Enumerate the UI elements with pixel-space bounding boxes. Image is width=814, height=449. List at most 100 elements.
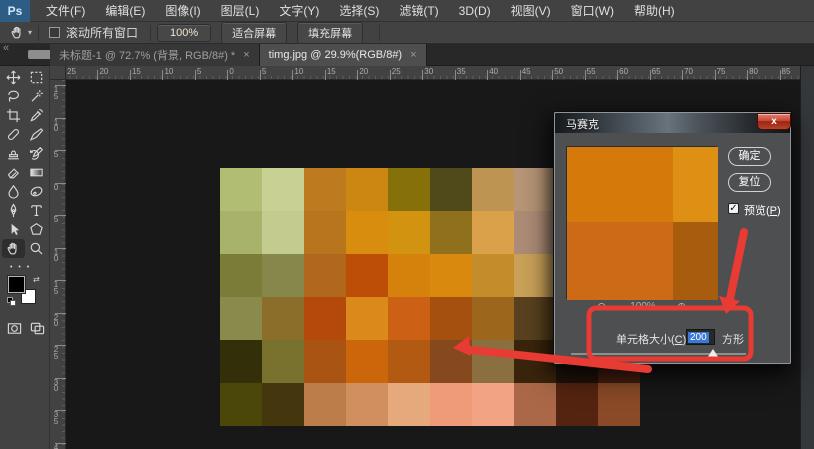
brush-tool[interactable] [25,125,48,144]
magic-wand-tool[interactable] [25,87,48,106]
dialog-title-bar[interactable]: 马赛克 x [555,113,791,133]
hand-tool[interactable] [2,239,25,258]
quick-mask-icon[interactable] [7,321,22,336]
default-colors-icon[interactable] [7,297,16,306]
mosaic-cell [304,211,346,254]
collapse-panels-icon[interactable]: « [3,42,9,54]
mosaic-cell [220,254,262,297]
ruler-label: 20 [99,67,109,76]
ruler-label: 1 5 [53,280,59,296]
mosaic-cell [262,340,304,383]
ruler-label: 1 5 [53,85,59,101]
healing-brush-tool[interactable] [2,125,25,144]
menu-item-10[interactable]: 帮助(H) [624,0,685,22]
fill-screen-button[interactable]: 填充屏幕 [297,21,364,44]
fit-screen-button[interactable]: 适合屏幕 [221,21,288,44]
mosaic-cell [346,340,388,383]
slider-thumb[interactable] [707,349,719,358]
close-button[interactable]: x [757,113,791,130]
ruler-label: 35 [456,67,466,76]
chevron-down-icon: ▾ [28,28,33,37]
hand-tool-preset-icon[interactable]: ▾ [10,25,32,40]
eyedropper-tool[interactable] [25,106,48,125]
mosaic-cell [388,168,430,211]
menu-item-5[interactable]: 选择(S) [329,0,389,22]
screen-mode-icon[interactable] [30,321,45,336]
mosaic-cell [430,340,472,383]
blur-tool[interactable] [2,182,25,201]
filter-preview [566,146,718,300]
zoom-in-icon[interactable]: ⊕ [677,300,686,313]
scroll-all-windows-checkbox[interactable] [49,27,61,38]
mosaic-cell [220,168,262,211]
dodge-tool[interactable] [25,182,48,201]
document-tab-bar: « 未标题-1 @ 72.7% (背景, RGB/8#) * × timg.jpg … [0,42,814,66]
document-tab-0[interactable]: 未标题-1 @ 72.7% (背景, RGB/8#) * × [50,44,260,66]
ruler-label: 2 0 [53,312,59,329]
menu-item-9[interactable]: 窗口(W) [561,0,624,22]
menu-item-7[interactable]: 3D(D) [449,0,501,22]
menu-item-1[interactable]: 编辑(E) [95,0,155,22]
mosaic-cell [304,383,346,426]
document-tab-1[interactable]: timg.jpg @ 29.9%(RGB/8#) × [259,44,427,66]
menu-item-3[interactable]: 图层(L) [211,0,270,22]
options-bar: ▾ 滚动所有窗口 100% 适合屏幕 填充屏幕 [0,21,814,44]
ruler-label: 85 [781,67,791,76]
mosaic-cell [304,168,346,211]
menu-item-6[interactable]: 滤镜(T) [389,0,448,22]
menu-item-2[interactable]: 图像(I) [155,0,210,22]
path-selection-icon [11,223,20,235]
shape-tool[interactable] [25,220,48,239]
tool-grid [0,66,49,258]
reset-button[interactable]: 复位 [728,173,771,192]
mosaic-filter-dialog: 马赛克 x ⊖ 100% ⊕ 单元格大小(C): 200 方形 确定 复位 ✓ … [553,111,792,365]
tab-close-icon[interactable]: × [410,49,416,61]
gradient-icon [30,168,43,177]
crop-tool[interactable] [2,106,25,125]
ok-button[interactable]: 确定 [728,147,771,166]
mosaic-cell [304,297,346,340]
menu-item-0[interactable]: 文件(F) [36,0,95,22]
menu-item-4[interactable]: 文字(Y) [269,0,329,22]
swap-colors-icon[interactable]: ⇄ [33,275,40,284]
ruler-label: 55 [586,67,596,76]
gradient-tool[interactable] [25,163,48,182]
horizontal-ruler: 25 20 15 10 5 0 5 10 15 20 25 30 35 40 45 50 55 60 65 70 75 8… [50,66,814,80]
preview-checkbox[interactable]: ✓ [728,203,739,214]
color-swatches[interactable]: ⇄ [5,275,45,313]
toolbar-overflow-icon[interactable]: • • • [10,264,49,271]
clone-stamp-tool[interactable] [2,144,25,163]
foreground-color-swatch[interactable] [8,276,25,293]
menu-item-8[interactable]: 视图(V) [501,0,561,22]
ruler-label: 5 [53,150,59,159]
cell-size-input[interactable]: 200 [686,329,715,345]
history-brush-tool[interactable] [25,144,48,163]
lasso-tool[interactable] [2,87,25,106]
marquee-tool[interactable] [25,68,48,87]
tab-close-icon[interactable]: × [243,49,249,61]
path-selection-tool[interactable] [2,220,25,239]
pen-tool[interactable] [2,201,25,220]
ruler-label: 3 0 [53,377,59,394]
cell-size-slider[interactable] [571,349,746,358]
mosaic-cell [472,297,514,340]
move-tool[interactable] [2,68,25,87]
tab-label: 未标题-1 @ 72.7% (背景, RGB/8#) * [59,50,236,62]
mosaic-cell [556,383,598,426]
eraser-tool[interactable] [2,163,25,182]
ruler-label: 1 0 [53,247,59,264]
cell-size-label: 单元格大小(C): [616,334,689,346]
zoom-tool[interactable] [25,239,48,258]
separator [150,24,152,41]
mosaic-cell [346,211,388,254]
type-tool[interactable] [25,201,48,220]
mosaic-cell [598,383,640,426]
zoom-out-icon[interactable]: ⊖ [597,300,606,313]
ruler-label: 5 [261,67,267,76]
zoom-100-button[interactable]: 100% [157,23,212,42]
mosaic-cell [388,254,430,297]
zoom-icon [30,242,41,253]
preview-checkbox-label: 预览(P) [744,205,781,217]
scroll-all-windows-label: 滚动所有窗口 [66,26,139,40]
mosaic-cell [346,168,388,211]
